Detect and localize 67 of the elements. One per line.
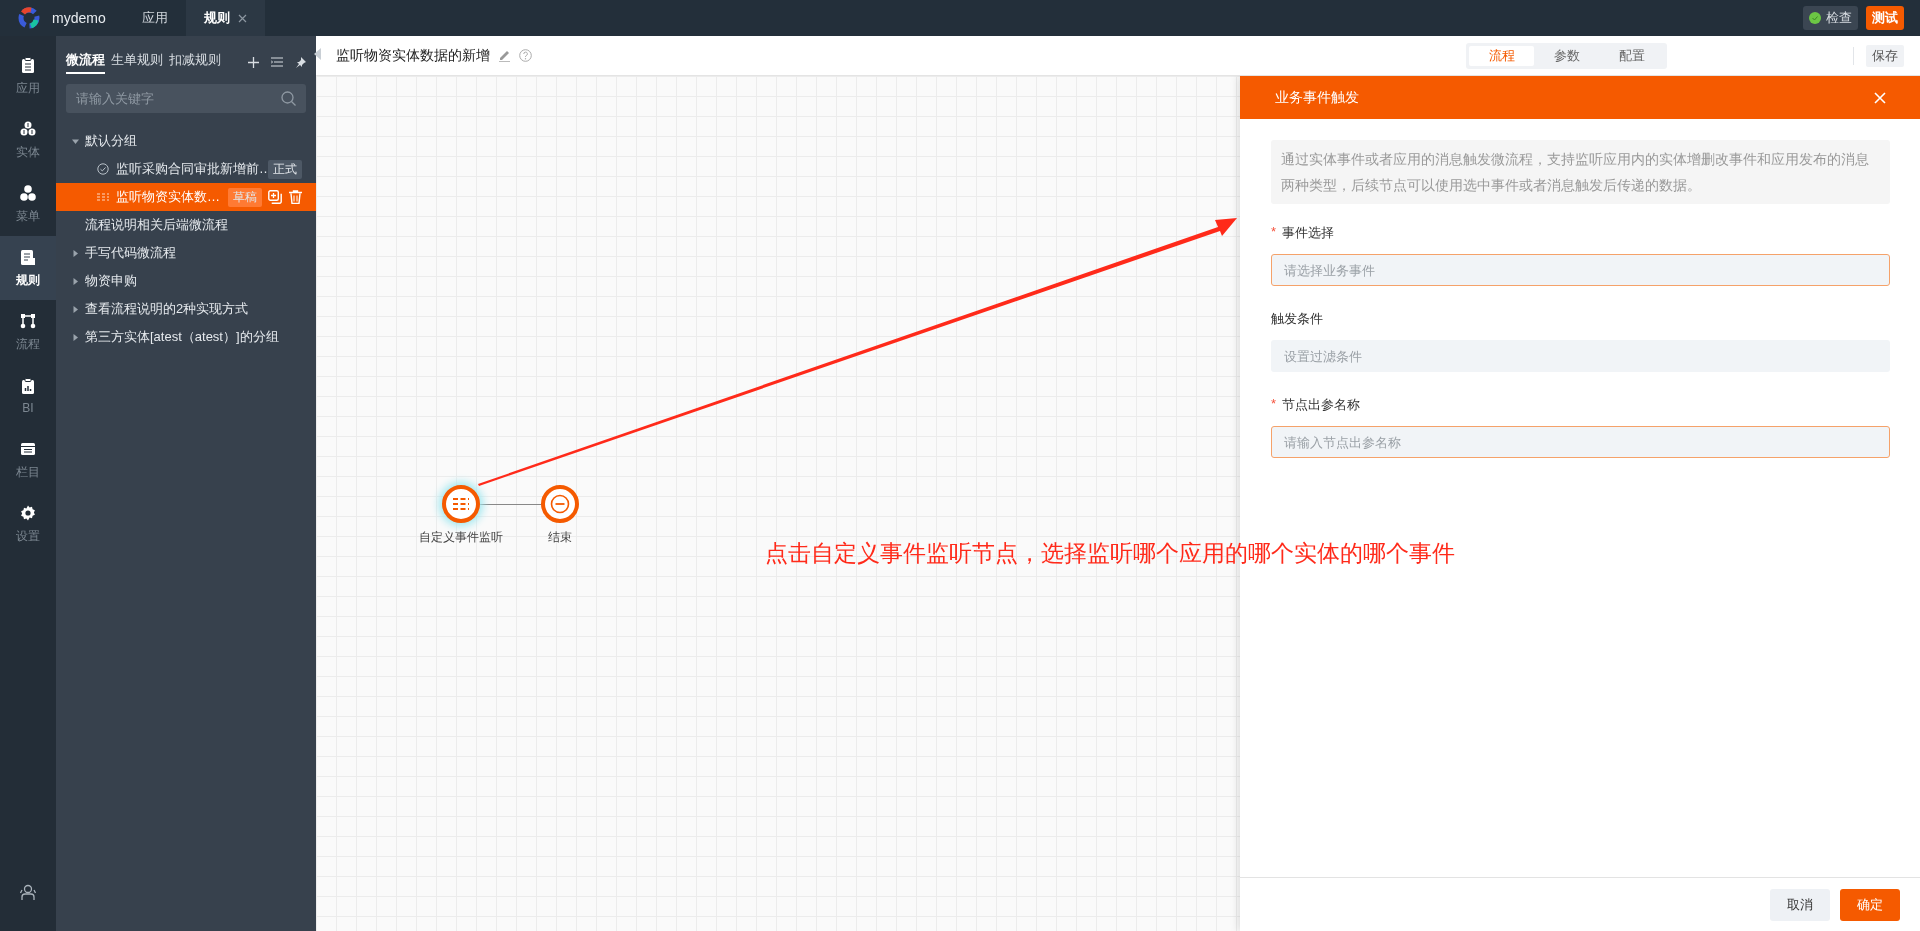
panel-tab[interactable]: 微流程 <box>66 50 105 74</box>
check-circle-icon <box>1809 12 1821 24</box>
flow-node[interactable]: 自定义事件监听 <box>419 485 503 546</box>
nav-item[interactable]: 流程 <box>0 300 56 364</box>
close-icon[interactable] <box>237 13 247 23</box>
settings-icon <box>19 503 37 522</box>
tree-group[interactable]: 手写代码微流程 <box>56 239 316 267</box>
status-badge: 正式 <box>268 159 302 179</box>
field-label: 事件选择 <box>1282 224 1335 242</box>
nav-item[interactable]: 应用 <box>0 44 56 108</box>
app-name: mydemo <box>52 10 106 26</box>
nav-item[interactable]: 栏目 <box>0 428 56 492</box>
check-circle-icon <box>97 163 109 175</box>
nav-item[interactable]: 规则 <box>0 236 56 300</box>
search-icon <box>281 91 296 106</box>
required-mark: * <box>1271 396 1277 413</box>
cubes-icon <box>19 119 37 138</box>
sliders-icon <box>97 191 109 203</box>
field-label: 触发条件 <box>1271 310 1323 328</box>
description-text: 通过实体事件或者应用的消息触发微流程，支持监听应用内的实体增删改事件和应用发布的消息两种类型，后续节点可以使用选中事件或者消息触发后传递的数据。 <box>1271 140 1890 204</box>
nav-item[interactable]: 设置 <box>0 492 56 556</box>
collapse-icon[interactable] <box>314 48 321 60</box>
sliders-icon <box>452 496 470 512</box>
flow-title: 监听物资实体数据的新增 <box>336 46 490 65</box>
drawer-title: 业务事件触发 <box>1275 88 1360 107</box>
chart-clipboard-icon <box>19 377 37 395</box>
input-field[interactable]: 设置过滤条件 <box>1271 340 1890 372</box>
nav-item[interactable]: BI <box>0 364 56 428</box>
user-icon[interactable] <box>19 883 37 901</box>
nav-item[interactable]: 菜单 <box>0 172 56 236</box>
delete-icon[interactable] <box>289 190 302 204</box>
clipboard-icon <box>19 55 37 74</box>
copy-icon[interactable] <box>268 190 282 204</box>
input-field[interactable]: 请输入节点出参名称 <box>1271 426 1890 458</box>
cancel-button[interactable]: 取消 <box>1770 888 1830 921</box>
nodes-icon <box>19 311 37 330</box>
field-label: 节点出参名称 <box>1282 396 1361 414</box>
circles-icon <box>19 183 37 202</box>
stop-icon <box>550 494 570 514</box>
tree-item[interactable]: 流程说明相关后端微流程 <box>56 211 316 239</box>
tree-item[interactable]: 监听采购合同审批新增前…正式 <box>56 155 316 183</box>
panel-tab[interactable]: 生单规则 <box>111 50 163 74</box>
tree-group[interactable]: 物资申购 <box>56 267 316 295</box>
required-mark: * <box>1271 224 1277 241</box>
view-tab[interactable]: 配置 <box>1599 45 1664 66</box>
help-icon[interactable] <box>519 49 532 62</box>
annotation-text: 点击自定义事件监听节点，选择监听哪个应用的哪个实体的哪个事件 <box>765 539 1455 568</box>
tree-group[interactable]: 默认分组 <box>56 127 316 155</box>
logo-icon <box>18 7 40 29</box>
tree-group[interactable]: 第三方实体[atest（atest）]的分组 <box>56 323 316 351</box>
save-button[interactable]: 保存 <box>1866 44 1904 67</box>
app-tab[interactable]: 规则 <box>185 0 265 36</box>
plus-icon[interactable] <box>248 56 259 68</box>
list-icon[interactable] <box>271 57 283 67</box>
search-field[interactable]: 请输入关键字 <box>66 84 306 113</box>
edit-icon[interactable] <box>498 49 511 62</box>
document-icon <box>19 247 37 266</box>
app-tab[interactable]: 应用 <box>123 0 186 36</box>
pin-icon[interactable] <box>295 56 306 68</box>
tree-group[interactable]: 查看流程说明的2种实现方式 <box>56 295 316 323</box>
connector-line <box>480 504 542 505</box>
panel-tab[interactable]: 扣减规则 <box>169 50 221 74</box>
input-field[interactable]: 请选择业务事件 <box>1271 254 1890 286</box>
view-tab[interactable]: 参数 <box>1534 45 1599 66</box>
check-button[interactable]: 检查 <box>1803 6 1858 30</box>
status-badge: 草稿 <box>228 187 262 207</box>
nav-item[interactable]: 实体 <box>0 108 56 172</box>
